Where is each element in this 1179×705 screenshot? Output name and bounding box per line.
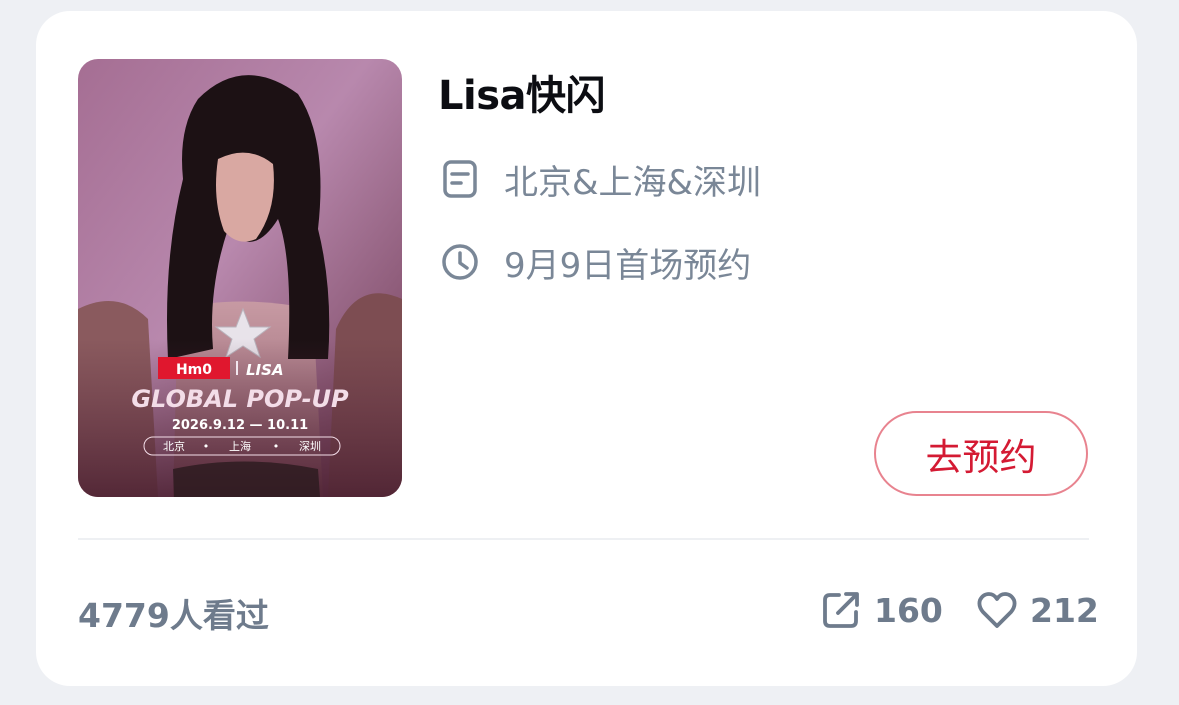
like-count: 212 — [1030, 590, 1099, 630]
time-row: 9月9日首场预约 — [440, 240, 752, 286]
poster-city: 北京 — [163, 439, 185, 453]
poster-city: 上海 — [229, 439, 251, 453]
clock-icon — [442, 244, 478, 280]
heart-icon — [977, 592, 1017, 628]
location-row: 北京&上海&深圳 — [440, 157, 762, 203]
like-button[interactable]: 212 — [976, 587, 1099, 633]
svg-text:•: • — [273, 440, 280, 453]
reserve-button[interactable]: 去预约 — [874, 411, 1088, 496]
share-arrow-icon — [823, 592, 859, 628]
share-count: 160 — [874, 590, 943, 630]
poster-dates: 2026.9.12 — 10.11 — [172, 418, 308, 433]
divider — [78, 538, 1089, 540]
event-card[interactable]: Hm0 LISA GLOBAL POP-UP 2026.9.12 — 10.11… — [36, 11, 1137, 686]
event-title[interactable]: Lisa快闪 — [438, 63, 606, 121]
poster-brand-right: LISA — [246, 361, 284, 379]
event-poster[interactable]: Hm0 LISA GLOBAL POP-UP 2026.9.12 — 10.11… — [78, 59, 402, 497]
view-count: 4779人看过 — [78, 596, 269, 635]
event-time: 9月9日首场预约 — [504, 245, 752, 286]
poster-headline: GLOBAL POP-UP — [131, 385, 349, 413]
poster-city: 深圳 — [299, 440, 321, 453]
share-button[interactable]: 160 — [820, 587, 943, 633]
event-location: 北京&上海&深圳 — [504, 162, 762, 203]
svg-text:•: • — [203, 440, 210, 453]
document-list-icon — [443, 160, 477, 198]
poster-brand-left: Hm0 — [176, 362, 212, 378]
